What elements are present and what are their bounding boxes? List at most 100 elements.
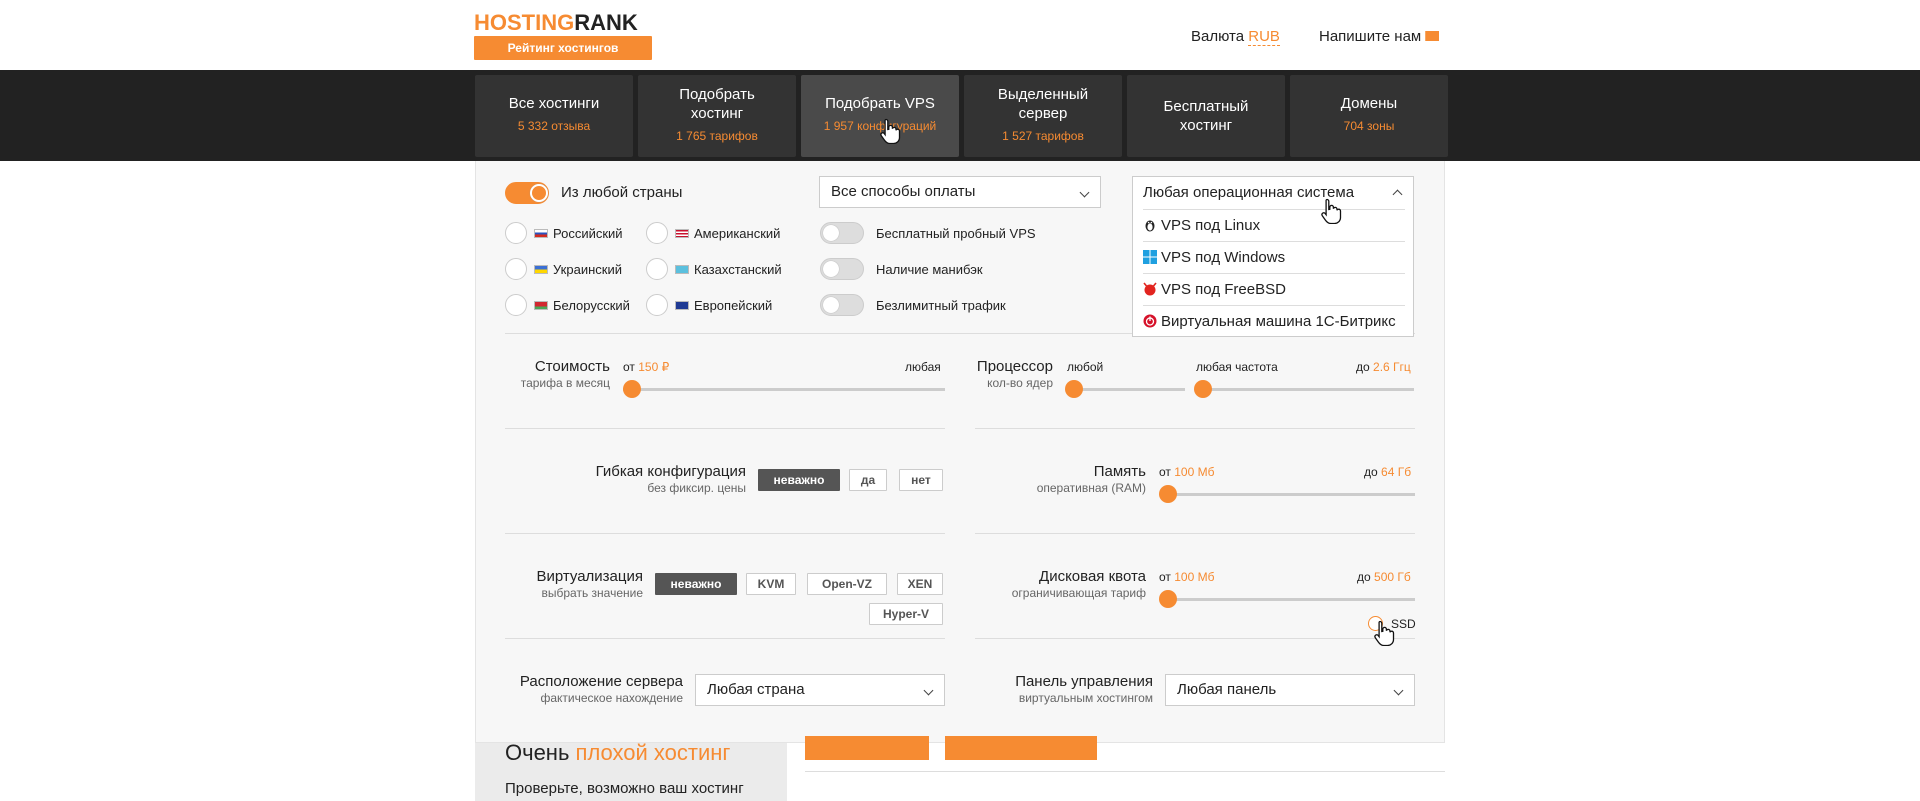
flex-option-any[interactable]: неважно — [758, 469, 840, 491]
server-location-select[interactable]: Любая страна — [695, 674, 945, 706]
free-trial-label: Бесплатный пробный VPS — [876, 226, 1036, 241]
memory-to: до 64 Гб — [1364, 465, 1411, 479]
nav-tab-title: Домены — [1340, 95, 1398, 112]
cpu-freq-slider-thumb[interactable] — [1194, 380, 1212, 398]
origin-radio-ru[interactable] — [505, 222, 527, 244]
disk-quota-sub: ограничивающая тариф — [1011, 586, 1146, 600]
flex-config-sub: без фиксир. цены — [647, 481, 746, 495]
cpu-sub: кол-во ядер — [987, 376, 1053, 390]
cpu-to-value: 2.6 Ггц — [1373, 360, 1411, 374]
unlimited-traffic-switch[interactable] — [820, 294, 864, 316]
currency-value[interactable]: RUB — [1248, 28, 1280, 46]
nav-tab-sub: 704 зоны — [1343, 119, 1395, 133]
cost-from: от 150 ₽ — [623, 360, 669, 374]
nav-tab-domains[interactable]: Домены 704 зоны — [1290, 75, 1448, 157]
nav-tab-pick-hosting[interactable]: Подобрать хостинг 1 765 тарифов — [638, 75, 796, 157]
memory-from-label: от — [1159, 465, 1171, 479]
logo-part2: RANK — [574, 10, 638, 35]
cpu-freq-slider-track[interactable] — [1196, 388, 1414, 391]
divider — [975, 533, 1415, 534]
memory-label: Память — [1093, 463, 1146, 480]
logo[interactable]: HOSTINGRANK Рейтинг хостингов — [474, 10, 652, 60]
origin-label-by: Белорусский — [553, 298, 630, 313]
chevron-down-icon — [923, 685, 934, 696]
virt-option-xen[interactable]: XEN — [897, 573, 943, 595]
ukraine-flag-icon — [534, 265, 548, 274]
cost-sub: тарифа в месяц — [520, 376, 610, 390]
any-country-toggle[interactable] — [505, 182, 549, 204]
cost-slider-thumb[interactable] — [623, 380, 641, 398]
cost-from-label: от — [623, 360, 635, 374]
divider — [975, 638, 1415, 639]
control-panel-label: Панель управления — [1015, 673, 1153, 690]
contact-link[interactable]: Напишите нам — [1319, 28, 1440, 45]
usa-flag-icon — [675, 229, 689, 238]
payment-method-value: Все способы оплаты — [831, 183, 976, 200]
free-trial-switch[interactable] — [820, 222, 864, 244]
disk-to: до 500 Гб — [1357, 570, 1411, 584]
russia-flag-icon — [534, 229, 548, 238]
virt-option-any[interactable]: неважно — [655, 573, 737, 595]
os-dropdown[interactable]: Любая операционная система VPS под Linux… — [1132, 176, 1414, 337]
logo-subtitle: Рейтинг хостингов — [474, 36, 652, 60]
divider — [505, 428, 945, 429]
disk-slider-thumb[interactable] — [1159, 590, 1177, 608]
currency-selector[interactable]: Валюта RUB — [1191, 28, 1280, 46]
disk-from-value: 100 Мб — [1174, 570, 1215, 584]
os-option-label: Виртуальная машина 1С-Битрикс — [1161, 313, 1396, 330]
nav-tab-free-hosting[interactable]: Бесплатный хостинг — [1127, 75, 1285, 157]
virt-option-kvm[interactable]: KVM — [746, 573, 796, 595]
nav-tab-title: Бесплатный хостинг — [1163, 98, 1249, 134]
moneyback-switch[interactable] — [820, 258, 864, 280]
origin-label-eu: Европейский — [694, 298, 773, 313]
nav-tab-title: Подобрать хостинг — [679, 86, 755, 122]
chevron-down-icon — [1079, 187, 1090, 198]
nav-tab-all-hostings[interactable]: Все хостинги 5 332 отзыва — [475, 75, 633, 157]
logo-part1: HOSTING — [474, 10, 575, 35]
eu-flag-icon — [675, 301, 689, 310]
origin-radio-by[interactable] — [505, 294, 527, 316]
os-option-bitrix[interactable]: Виртуальная машина 1С-Битрикс — [1143, 305, 1405, 337]
cpu-cores-slider-thumb[interactable] — [1065, 380, 1083, 398]
server-location-sub: фактическое нахождение — [540, 691, 683, 705]
disk-slider-track[interactable] — [1160, 598, 1415, 601]
memory-from-value: 100 Мб — [1174, 465, 1215, 479]
envelope-icon — [1425, 31, 1440, 42]
origin-label-ru: Российский — [553, 226, 623, 241]
flex-option-no[interactable]: нет — [899, 469, 943, 491]
os-option-windows[interactable]: VPS под Windows — [1143, 241, 1405, 273]
origin-radio-kz[interactable] — [646, 258, 668, 280]
os-option-freebsd[interactable]: VPS под FreeBSD — [1143, 273, 1405, 305]
nav-tab-title: Подобрать VPS — [825, 95, 935, 112]
nav-tab-dedicated[interactable]: Выделенный сервер 1 527 тарифов — [964, 75, 1122, 157]
flex-option-yes[interactable]: да — [849, 469, 887, 491]
orange-button[interactable] — [945, 736, 1097, 760]
nav-tab-pick-vps[interactable]: Подобрать VPS 1 957 конфигураций — [801, 75, 959, 157]
origin-radio-ua[interactable] — [505, 258, 527, 280]
origin-label-us: Американский — [694, 226, 781, 241]
origin-radio-eu[interactable] — [646, 294, 668, 316]
memory-from: от 100 Мб — [1159, 465, 1214, 479]
control-panel-select[interactable]: Любая панель — [1165, 674, 1415, 706]
virt-option-openvz[interactable]: Open-VZ — [807, 573, 887, 595]
os-select[interactable]: Любая операционная система — [1133, 177, 1413, 209]
bad-hosting-title-part1: Очень — [505, 740, 570, 765]
os-option-linux[interactable]: VPS под Linux — [1143, 209, 1405, 241]
orange-button[interactable] — [805, 736, 929, 760]
cost-slider-track[interactable] — [623, 388, 945, 391]
memory-to-label: до — [1364, 465, 1378, 479]
memory-slider-thumb[interactable] — [1159, 485, 1177, 503]
cpu-cores-slider-track[interactable] — [1067, 388, 1185, 391]
memory-slider-track[interactable] — [1160, 493, 1415, 496]
payment-method-select[interactable]: Все способы оплаты — [819, 176, 1101, 208]
virt-option-hyperv[interactable]: Hyper-V — [869, 603, 943, 625]
divider — [505, 533, 945, 534]
nav-tab-title: Все хостинги — [508, 95, 600, 112]
disk-to-label: до — [1357, 570, 1371, 584]
chevron-down-icon — [1393, 685, 1404, 696]
chevron-up-icon — [1392, 189, 1403, 200]
origin-radio-us[interactable] — [646, 222, 668, 244]
cpu-freq: любая частота — [1196, 360, 1278, 374]
main-nav: Все хостинги 5 332 отзыва Подобрать хост… — [0, 70, 1920, 161]
virtualization-sub: выбрать значение — [541, 586, 643, 600]
